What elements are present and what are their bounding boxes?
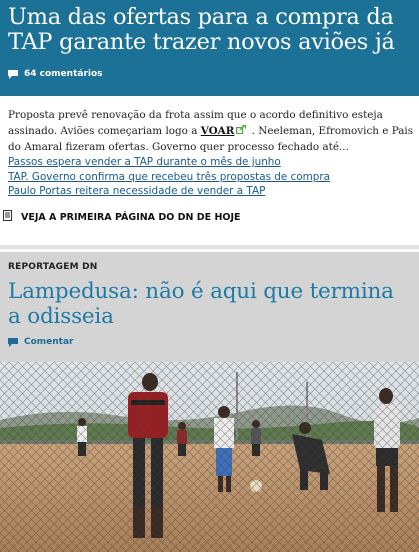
related-link[interactable]: TAP. Governo confirma que recebeu três p… xyxy=(8,171,330,183)
football-field-photo xyxy=(0,362,419,552)
speech-bubble-icon xyxy=(8,69,18,79)
story-summary: Proposta prevê renovação da frota assim … xyxy=(8,107,414,155)
related-link[interactable]: Paulo Portas reitera necessidade de vend… xyxy=(8,185,265,197)
comment-label: Comentar xyxy=(24,337,74,347)
related-links-list: Passos espera vender a TAP durante o mês… xyxy=(8,155,414,199)
section-divider xyxy=(0,245,419,249)
top-story-header: Uma das ofertas para a compra da TAP gar… xyxy=(0,0,419,96)
top-story-comments-link[interactable]: 64 comentários xyxy=(8,69,103,79)
feature-photo[interactable] xyxy=(0,362,419,552)
voar-link[interactable]: VOAR xyxy=(201,125,235,137)
related-link-item: Passos espera vender a TAP durante o mês… xyxy=(8,155,414,170)
speech-bubble-icon xyxy=(8,337,18,347)
related-link[interactable]: Passos espera vender a TAP durante o mês… xyxy=(8,156,281,168)
feature-title[interactable]: Lampedusa: não é aqui que termina a odis… xyxy=(8,279,413,329)
comment-link[interactable]: Comentar xyxy=(8,337,74,347)
comments-count: 64 comentários xyxy=(24,69,103,79)
feature-story: REPORTAGEM DN Lampedusa: não é aqui que … xyxy=(0,252,419,362)
front-page-link[interactable]: VEJA A PRIMEIRA PÁGINA DO DN DE HOJE xyxy=(3,210,241,224)
external-link-icon[interactable] xyxy=(236,123,247,139)
top-story-title[interactable]: Uma das ofertas para a compra da TAP gar… xyxy=(8,5,413,55)
front-page-label: VEJA A PRIMEIRA PÁGINA DO DN DE HOJE xyxy=(21,211,241,223)
document-icon xyxy=(3,210,12,224)
related-link-item: Paulo Portas reitera necessidade de vend… xyxy=(8,184,414,199)
section-label: REPORTAGEM DN xyxy=(8,262,98,272)
related-link-item: TAP. Governo confirma que recebeu três p… xyxy=(8,170,414,185)
